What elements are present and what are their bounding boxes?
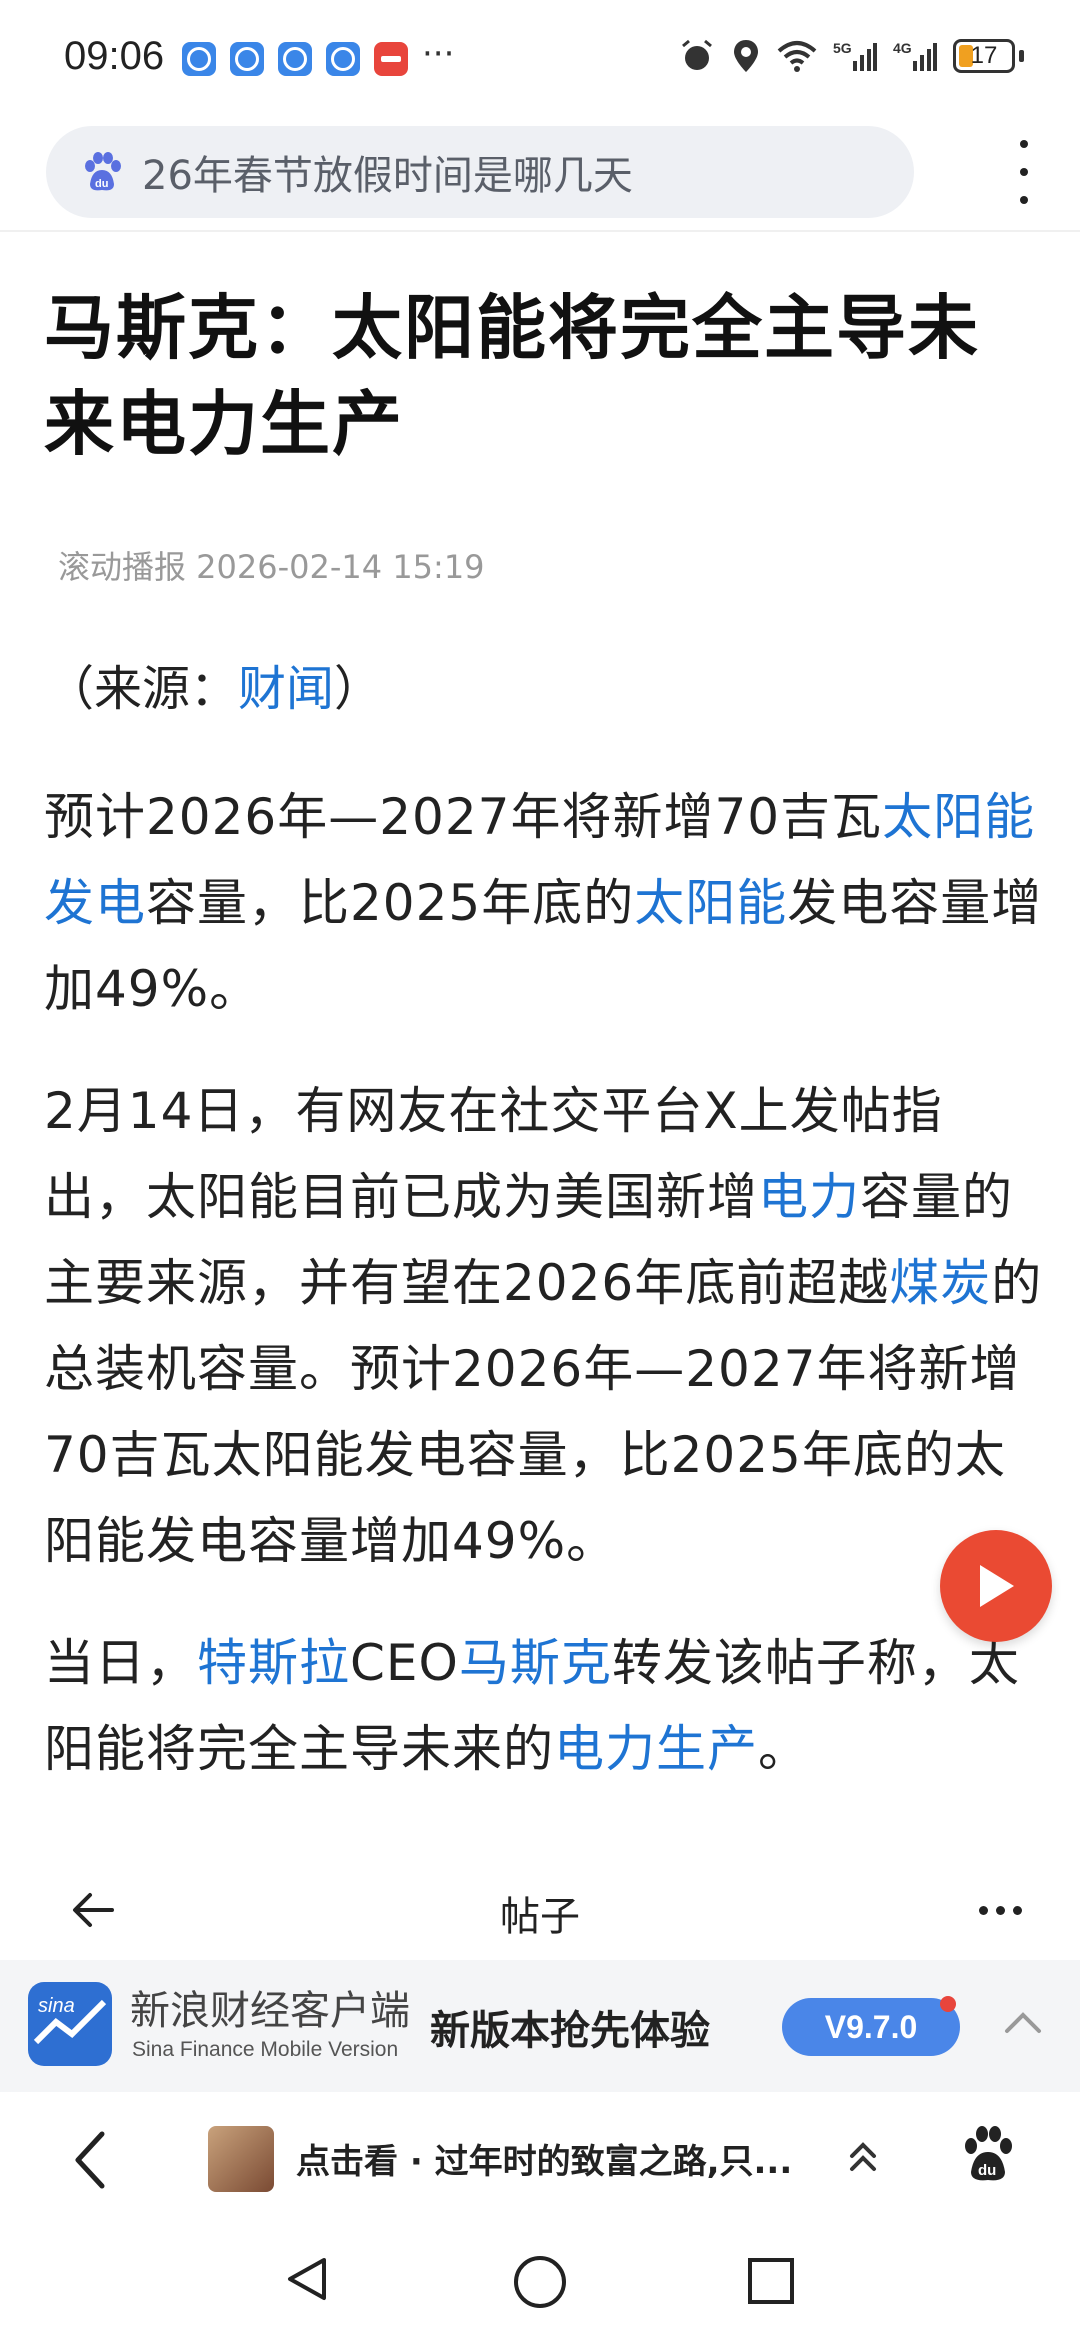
post-header: 帖子 — [0, 1860, 1080, 1960]
feed-thumbnail[interactable] — [208, 2126, 274, 2192]
svg-text:4G: 4G — [893, 40, 912, 56]
svg-text:du: du — [95, 178, 108, 190]
notification-dot — [940, 1996, 956, 2012]
link-tesla[interactable]: 特斯拉 — [197, 1634, 350, 1692]
audio-play-button[interactable] — [940, 1530, 1052, 1642]
svg-text:sina: sina — [38, 1995, 75, 2017]
battery-tip — [1019, 50, 1024, 62]
post-more-icon[interactable] — [979, 1906, 1022, 1915]
link-coal[interactable]: 煤炭 — [889, 1254, 991, 1312]
clock-app-icon — [326, 42, 360, 76]
clock-app-icon — [182, 42, 216, 76]
battery-icon: 17 — [953, 39, 1015, 73]
link-electricity[interactable]: 电力 — [758, 1168, 860, 1226]
article-title: 马斯克：太阳能将完全主导未来电力生产 — [44, 287, 980, 465]
5g-signal-icon: 5G — [833, 40, 877, 71]
system-icons: 5G 4G 17 — [679, 38, 1024, 74]
paragraph-1: 预计2026年—2027年将新增70吉瓦太阳能发电容量，比2025年底的太阳能发… — [44, 774, 1044, 1032]
4g-signal-icon: 4G — [893, 40, 937, 71]
system-home-icon[interactable] — [514, 2256, 566, 2308]
paragraph-3: 当日，特斯拉CEO马斯克转发该帖子称，太阳能将完全主导未来的电力生产。 — [44, 1620, 1044, 1792]
location-icon — [734, 40, 758, 72]
article-source: （来源：财闻） — [46, 654, 1044, 724]
status-time: 09:06 — [64, 34, 165, 78]
play-icon — [980, 1565, 1014, 1607]
wifi-icon — [777, 41, 817, 72]
browser-bottom-bar: 点击看 · 过年时的致富之路,只... du — [0, 2092, 1080, 2228]
p3-text-4: 。 — [758, 1720, 809, 1778]
source-suffix: ） — [334, 661, 383, 717]
app-promo-text: 新版本抢先体验 — [430, 2008, 710, 2054]
status-bar: 09:06 ··· 5G 4G 17 — [0, 0, 1080, 120]
feed-recommendation-text[interactable]: 点击看 · 过年时的致富之路,只... — [296, 2134, 836, 2183]
search-bar[interactable]: du 26年春节放假时间是哪几天 — [46, 126, 914, 218]
svg-text:du: du — [978, 2162, 996, 2179]
clock-app-icon — [230, 42, 264, 76]
link-musk[interactable]: 马斯克 — [459, 1634, 612, 1692]
baidu-paw-icon[interactable]: du — [960, 2124, 1016, 2184]
app-download-banner[interactable]: sina 新浪财经客户端 Sina Finance Mobile Version… — [0, 1960, 1080, 2092]
link-power-production[interactable]: 电力生产 — [554, 1720, 758, 1778]
version-badge-button[interactable]: V9.7.0 — [782, 1998, 960, 2056]
source-prefix: （来源： — [46, 661, 239, 717]
system-navigation-bar — [0, 2228, 1080, 2340]
source-link[interactable]: 财闻 — [238, 661, 334, 717]
sina-finance-logo: sina — [28, 1982, 112, 2066]
divider — [0, 230, 1080, 232]
huawei-app-icon — [374, 42, 408, 76]
link-solar-energy[interactable]: 太阳能 — [634, 874, 787, 932]
p1-text-2: 容量，比2025年底的 — [146, 874, 635, 932]
double-chevron-up-icon[interactable] — [848, 2140, 878, 2174]
p3-text-2: CEO — [350, 1634, 459, 1692]
app-subtitle: Sina Finance Mobile Version — [132, 2038, 399, 2061]
chevron-up-icon[interactable] — [1004, 2010, 1042, 2034]
notification-icons — [182, 42, 408, 76]
back-icon[interactable] — [70, 2130, 110, 2190]
alarm-icon — [682, 39, 712, 70]
more-notifications-icon: ··· — [422, 34, 455, 74]
battery-level: 17 — [970, 42, 998, 69]
system-recents-icon[interactable] — [748, 2258, 794, 2304]
p1-text-1: 预计2026年—2027年将新增70吉瓦 — [44, 788, 883, 846]
post-title: 帖子 — [500, 1894, 580, 1940]
paragraph-2: 2月14日，有网友在社交平台X上发帖指出，太阳能目前已成为美国新增电力容量的主要… — [44, 1068, 1044, 1584]
baidu-paw-icon: du — [85, 152, 121, 191]
app-name: 新浪财经客户端 — [130, 1988, 410, 2034]
clock-app-icon — [278, 42, 312, 76]
article: 马斯克：太阳能将完全主导未来电力生产 滚动播报 2026-02-14 15:19… — [44, 280, 1044, 1792]
svg-text:5G: 5G — [833, 40, 852, 56]
p3-text-1: 当日， — [44, 1634, 197, 1692]
search-query[interactable]: 26年春节放假时间是哪几天 — [142, 143, 633, 201]
more-menu-icon[interactable] — [1012, 140, 1036, 204]
article-meta: 滚动播报 2026-02-14 15:19 — [58, 548, 485, 586]
system-back-icon[interactable] — [284, 2256, 330, 2302]
